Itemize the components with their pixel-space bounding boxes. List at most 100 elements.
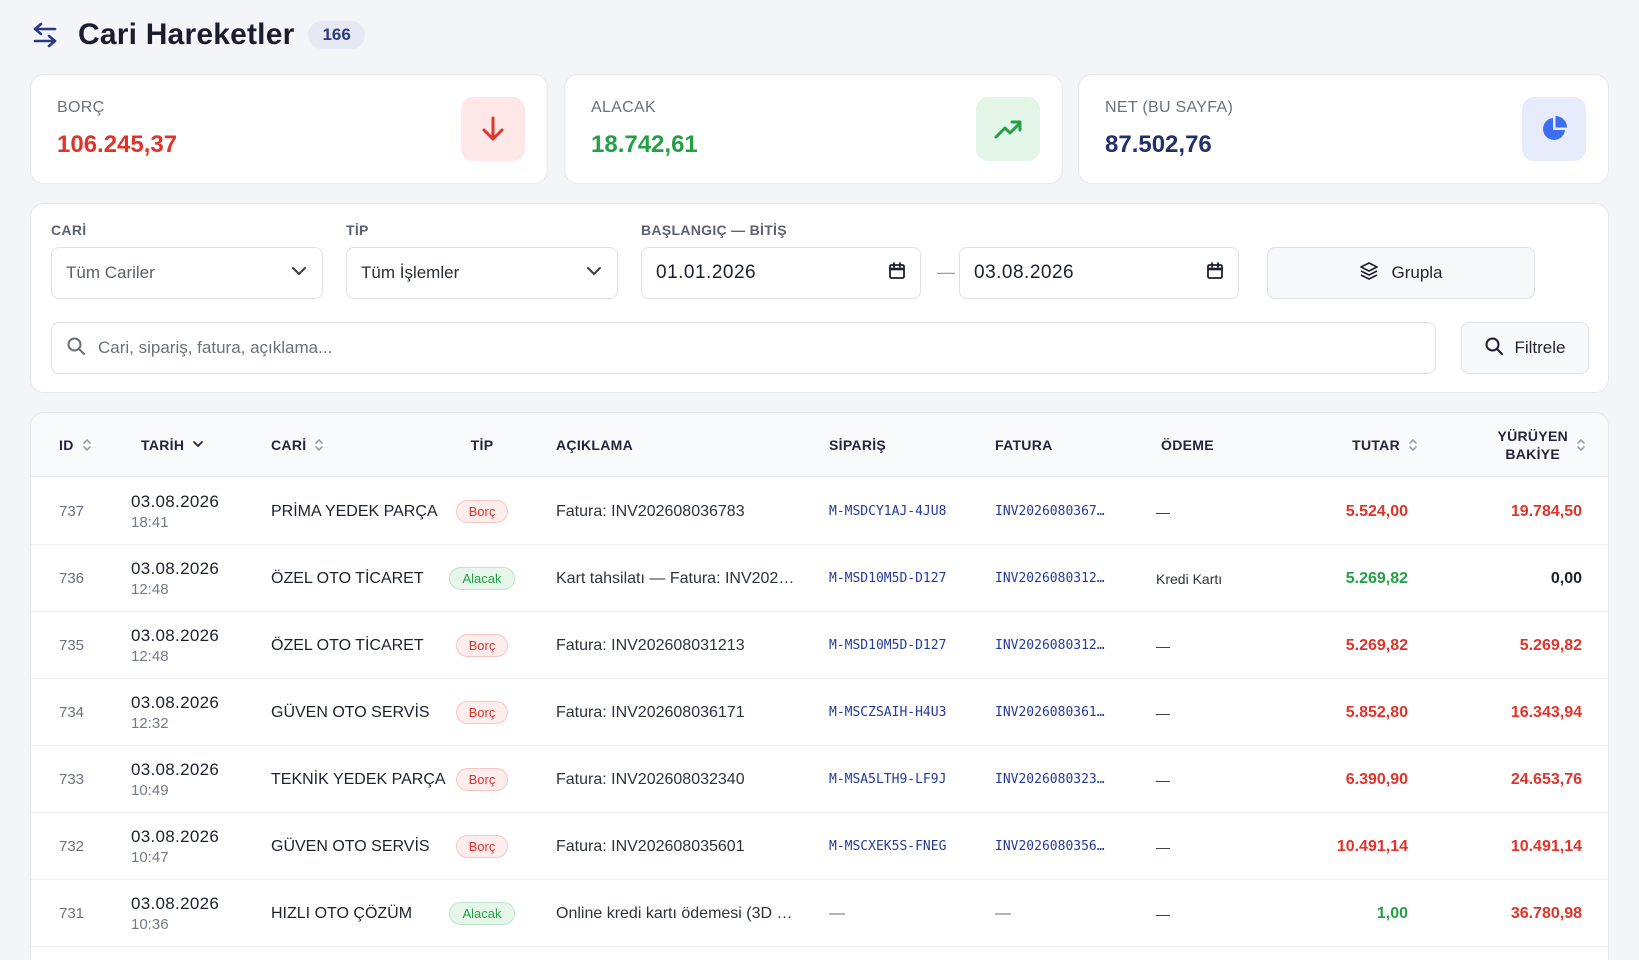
table-row[interactable]: 735 03.08.2026 12:48 ÖZEL OTO TİCARET Borç Fa…: [31, 612, 1608, 679]
row-tip: Borç: [431, 813, 533, 880]
row-fatura-link[interactable]: INV2026080323…: [995, 746, 1105, 813]
column-tarih[interactable]: TARİH: [141, 413, 204, 477]
type-badge: Borç: [455, 500, 509, 523]
table-row[interactable]: 737 03.08.2026 18:41 PRİMA YEDEK PARÇA Borç F…: [31, 478, 1608, 545]
column-bakiye[interactable]: YÜRÜYEN BAKİYE: [1497, 413, 1586, 477]
row-id: 731: [59, 905, 85, 922]
row-siparis-link[interactable]: M-MSD10M5D-D127: [829, 545, 946, 612]
row-cari: GÜVEN OTO SERVİS: [271, 703, 430, 721]
tip-select[interactable]: Tüm İşlemler: [346, 247, 618, 299]
row-odeme: Kredi Kartı: [1156, 570, 1223, 587]
row-siparis-link[interactable]: M-MSA5LTH9-LF9J: [829, 746, 946, 813]
row-siparis-link[interactable]: M-MSDCY1AJ-4JU8: [829, 478, 946, 545]
end-date-input[interactable]: 03.08.2026: [959, 247, 1239, 299]
calendar-icon[interactable]: [1206, 261, 1224, 285]
column-id[interactable]: ID: [59, 413, 92, 477]
column-siparis-label: SİPARİŞ: [829, 437, 887, 453]
row-id: 734: [59, 704, 85, 721]
start-date-input[interactable]: 01.01.2026: [641, 247, 921, 299]
row-bakiye: 36.780,98: [1510, 904, 1582, 922]
group-button[interactable]: Grupla: [1267, 247, 1535, 299]
transactions-table: ID TARİH CARİ TİP AÇIKLAMA SİPARİŞ FATUR…: [30, 412, 1609, 960]
row-date-day: 03.08.2026: [131, 827, 220, 846]
layers-icon: [1359, 261, 1379, 286]
column-tutar[interactable]: TUTAR: [1352, 413, 1418, 477]
net-card: NET (BU SAYFA) 87.502,76: [1078, 74, 1609, 184]
row-tip: Alacak: [431, 545, 533, 612]
type-badge: Borç: [455, 768, 509, 791]
filter-button[interactable]: Filtrele: [1461, 322, 1589, 374]
row-fatura-link[interactable]: INV2026080356…: [995, 813, 1105, 880]
row-cari: ÖZEL OTO TİCARET: [271, 636, 424, 654]
table-row[interactable]: 736 03.08.2026 12:48 ÖZEL OTO TİCARET Alacak…: [31, 545, 1608, 612]
table-row[interactable]: 731 03.08.2026 10:36 HIZLI OTO ÇÖZÜM Alacak O…: [31, 880, 1608, 947]
row-id: 735: [59, 637, 85, 654]
row-aciklama: Fatura: INV202608031213: [556, 636, 745, 654]
column-aciklama-label: AÇIKLAMA: [556, 437, 634, 453]
row-date-day: 03.08.2026: [131, 894, 220, 913]
column-odeme: ÖDEME: [1161, 413, 1214, 477]
record-count-badge: 166: [308, 21, 365, 49]
row-aciklama: Kart tahsilatı — Fatura: INV202…: [556, 569, 795, 587]
search-input[interactable]: [98, 338, 1421, 358]
row-fatura-link[interactable]: INV2026080312…: [995, 612, 1105, 679]
row-id: 737: [59, 503, 85, 520]
row-date-time: 12:32: [131, 715, 169, 732]
column-fatura: FATURA: [995, 413, 1053, 477]
row-siparis-link[interactable]: M-MSD10M5D-D127: [829, 612, 946, 679]
row-tutar: 5.524,00: [1345, 502, 1408, 520]
row-siparis-link[interactable]: M-MSCZSAIH-H4U3: [829, 679, 946, 746]
sort-icon: [1408, 438, 1418, 452]
debit-card: BORÇ 106.245,37: [30, 74, 548, 184]
row-fatura-link: —: [995, 904, 1011, 922]
row-bakiye: 0,00: [1550, 569, 1582, 587]
pie-chart-icon: [1522, 97, 1586, 161]
credit-value: 18.742,61: [591, 131, 698, 158]
row-date-time: 12:48: [131, 648, 169, 665]
row-fatura-link[interactable]: INV2026080361…: [995, 679, 1105, 746]
column-bakiye-label: YÜRÜYEN BAKİYE: [1497, 427, 1568, 463]
table-row[interactable]: 732 03.08.2026 10:47 GÜVEN OTO SERVİS Borç Fa…: [31, 813, 1608, 880]
column-cari[interactable]: CARİ: [271, 413, 324, 477]
row-date: 03.08.2026 18:41: [131, 478, 219, 545]
sort-icon: [82, 438, 92, 452]
column-siparis: SİPARİŞ: [829, 413, 886, 477]
row-cari: HIZLI OTO ÇÖZÜM: [271, 904, 413, 922]
type-badge: Borç: [455, 701, 509, 724]
row-fatura-link[interactable]: INV2026080312…: [995, 545, 1105, 612]
row-cari: ÖZEL OTO TİCARET: [271, 569, 424, 587]
calendar-icon[interactable]: [888, 261, 906, 285]
type-badge: Borç: [455, 634, 509, 657]
start-date-value: 01.01.2026: [656, 262, 757, 283]
row-tutar: 1,00: [1376, 904, 1408, 922]
row-tutar: 10.491,14: [1336, 837, 1408, 855]
row-id: 736: [59, 570, 85, 587]
row-date-day: 03.08.2026: [131, 559, 220, 578]
row-date-day: 03.08.2026: [131, 760, 220, 779]
row-tutar: 6.390,90: [1345, 770, 1408, 788]
page-header: Cari Hareketler 166: [30, 14, 365, 56]
column-tarih-label: TARİH: [141, 437, 185, 453]
column-cari-label: CARİ: [271, 437, 307, 453]
row-date-day: 03.08.2026: [131, 492, 220, 511]
table-row[interactable]: 733 03.08.2026 10:49 TEKNİK YEDEK PARÇA Borç…: [31, 746, 1608, 813]
group-button-label: Grupla: [1391, 263, 1443, 282]
table-header: ID TARİH CARİ TİP AÇIKLAMA SİPARİŞ FATUR…: [31, 413, 1608, 477]
debit-value: 106.245,37: [57, 131, 178, 158]
debit-label: BORÇ: [57, 99, 105, 116]
row-odeme: —: [1156, 771, 1170, 788]
search-box: [51, 322, 1436, 374]
row-tip: Borç: [431, 679, 533, 746]
type-badge: Alacak: [449, 902, 515, 925]
page-title: Cari Hareketler: [78, 18, 295, 51]
date-range-label: BAŞLANGIÇ — BİTİŞ: [641, 222, 787, 238]
row-odeme: —: [1156, 503, 1170, 520]
row-tip: Borç: [431, 746, 533, 813]
row-siparis-link[interactable]: M-MSCXEK5S-FNEG: [829, 813, 946, 880]
column-tip-label: TİP: [470, 437, 494, 453]
row-bakiye: 10.491,14: [1510, 837, 1582, 855]
row-fatura-link[interactable]: INV2026080367…: [995, 478, 1105, 545]
cari-select[interactable]: Tüm Cariler: [51, 247, 323, 299]
table-row[interactable]: 734 03.08.2026 12:32 GÜVEN OTO SERVİS Borç Fa…: [31, 679, 1608, 746]
search-icon: [1484, 336, 1504, 361]
